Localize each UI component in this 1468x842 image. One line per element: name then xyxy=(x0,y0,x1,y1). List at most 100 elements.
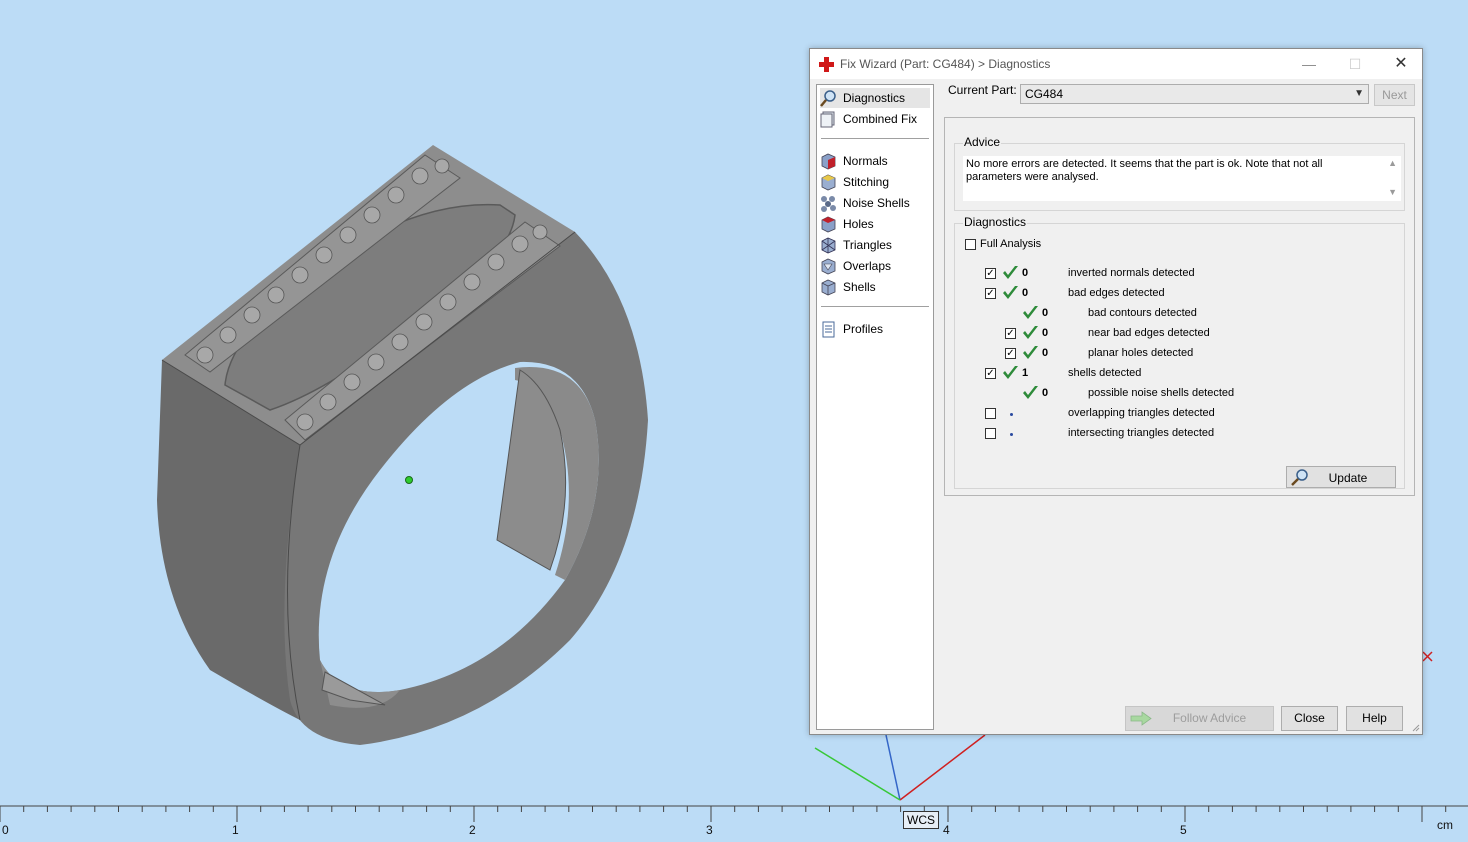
resize-grip-icon[interactable] xyxy=(1410,722,1420,732)
sidebar-item-label: Shells xyxy=(843,280,876,294)
ruler-unit: cm xyxy=(1437,818,1453,832)
full-analysis-checkbox[interactable] xyxy=(965,239,976,250)
magnifier-icon xyxy=(820,89,836,107)
diagnostic-label: overlapping triangles detected xyxy=(1068,407,1215,419)
diagnostic-checkbox[interactable]: ✓ xyxy=(1005,328,1016,339)
close-button[interactable]: Close xyxy=(1281,706,1338,731)
red-x-marker xyxy=(1422,651,1433,662)
green-check-icon xyxy=(1023,326,1038,339)
diagnostic-count: 0 xyxy=(1042,327,1049,339)
green-check-icon xyxy=(1003,286,1018,299)
sidebar-item-stitching[interactable]: Stitching xyxy=(820,172,930,192)
diagnostic-checkbox[interactable] xyxy=(985,408,996,419)
diagnostic-count: 0 xyxy=(1042,307,1049,319)
diagnostics-panel: Advice No more errors are detected. It s… xyxy=(944,117,1415,496)
chevron-down-icon[interactable]: ▼ xyxy=(1354,85,1364,103)
ruler-label-1: 1 xyxy=(232,823,239,837)
diagnostics-group: Diagnostics Full Analysis ✓ 0 inverted nor… xyxy=(954,215,1405,489)
help-button[interactable]: Help xyxy=(1346,706,1403,731)
title-bar[interactable]: Fix Wizard (Part: CG484) > Diagnostics —… xyxy=(810,49,1422,79)
green-check-icon xyxy=(1023,386,1038,399)
ruler-label-5: 5 xyxy=(1180,823,1187,837)
dialog-title: Fix Wizard (Part: CG484) > Diagnostics xyxy=(840,57,1051,71)
scroll-up-icon[interactable]: ▲ xyxy=(1388,158,1397,168)
sidebar-item-label: Holes xyxy=(843,217,874,231)
overlaps-icon xyxy=(821,258,836,274)
scroll-down-icon[interactable]: ▼ xyxy=(1388,187,1397,197)
sidebar-divider xyxy=(821,138,929,139)
fix-wizard-dialog: Fix Wizard (Part: CG484) > Diagnostics —… xyxy=(809,48,1423,735)
sidebar-item-diagnostics[interactable]: Diagnostics xyxy=(820,88,930,108)
diagnostic-count: 0 xyxy=(1022,287,1029,299)
follow-advice-label: Follow Advice xyxy=(1172,711,1247,725)
ruler-label-2: 2 xyxy=(469,823,476,837)
diagnostic-count: 0 xyxy=(1042,387,1049,399)
diagnostic-label: bad contours detected xyxy=(1088,307,1197,319)
sidebar-item-label: Stitching xyxy=(843,175,890,189)
not-analysed-dot-icon xyxy=(1010,433,1013,436)
close-window-button[interactable]: ✕ xyxy=(1378,49,1424,79)
advice-group: Advice No more errors are detected. It s… xyxy=(954,135,1405,211)
minimize-button[interactable]: — xyxy=(1286,49,1332,79)
diagnostic-count: 0 xyxy=(1022,267,1029,279)
wcs-label: WCS xyxy=(903,811,939,829)
profiles-icon xyxy=(822,321,835,337)
diagnostic-label: bad edges detected xyxy=(1068,287,1165,299)
diagnostics-group-label: Diagnostics xyxy=(963,215,1028,229)
holes-icon xyxy=(821,216,836,232)
sidebar-item-normals[interactable]: Normals xyxy=(820,151,930,171)
combined-fix-icon xyxy=(820,111,835,127)
sidebar-item-label: Noise Shells xyxy=(843,196,910,210)
sidebar-item-label: Combined Fix xyxy=(843,112,918,126)
diagnostic-label: inverted normals detected xyxy=(1068,267,1195,279)
sidebar-item-noise-shells[interactable]: Noise Shells xyxy=(820,193,930,213)
diagnostic-label: planar holes detected xyxy=(1088,347,1194,359)
sidebar-item-label: Triangles xyxy=(843,238,892,252)
sidebar-divider xyxy=(821,306,929,307)
update-button[interactable]: Update xyxy=(1286,466,1396,488)
sidebar-item-label: Diagnostics xyxy=(843,91,906,105)
not-analysed-dot-icon xyxy=(1010,413,1013,416)
diagnostic-label: intersecting triangles detected xyxy=(1068,427,1215,439)
arrow-right-icon xyxy=(1130,711,1152,726)
advice-group-label: Advice xyxy=(963,135,1002,149)
red-cross-icon xyxy=(819,57,834,72)
current-part-label: Current Part: xyxy=(948,83,1017,97)
maximize-button[interactable]: ☐ xyxy=(1332,49,1378,79)
sidebar-item-combined-fix[interactable]: Combined Fix xyxy=(820,109,930,129)
follow-advice-button[interactable]: Follow Advice xyxy=(1125,706,1274,731)
sidebar-item-profiles[interactable]: Profiles xyxy=(820,319,930,339)
sidebar-item-holes[interactable]: Holes xyxy=(820,214,930,234)
diagnostic-checkbox[interactable]: ✓ xyxy=(985,288,996,299)
green-check-icon xyxy=(1003,266,1018,279)
ruler-label-4: 4 xyxy=(943,823,950,837)
diagnostic-checkbox[interactable]: ✓ xyxy=(985,368,996,379)
green-check-icon xyxy=(1023,306,1038,319)
axis-z xyxy=(885,734,901,801)
diagnostic-checkbox[interactable]: ✓ xyxy=(1005,348,1016,359)
axis-x xyxy=(899,734,986,801)
diagnostic-count: 0 xyxy=(1042,347,1049,359)
green-check-icon xyxy=(1003,366,1018,379)
triangles-icon xyxy=(821,237,836,253)
diagnostic-label: shells detected xyxy=(1068,367,1142,379)
current-part-value: CG484 xyxy=(1025,87,1064,101)
sidebar-item-label: Profiles xyxy=(843,322,884,336)
sidebar-item-overlaps[interactable]: Overlaps xyxy=(820,256,930,276)
next-button[interactable]: Next xyxy=(1374,84,1415,106)
diagnostic-count: 1 xyxy=(1022,367,1029,379)
pivot-point xyxy=(405,476,413,484)
ruler-label-3: 3 xyxy=(706,823,713,837)
sidebar-item-triangles[interactable]: Triangles xyxy=(820,235,930,255)
green-check-icon xyxy=(1023,346,1038,359)
advice-text: No more errors are detected. It seems th… xyxy=(966,158,1323,183)
advice-text-box: No more errors are detected. It seems th… xyxy=(963,156,1401,201)
diagnostic-checkbox[interactable]: ✓ xyxy=(985,268,996,279)
diagnostic-checkbox[interactable] xyxy=(985,428,996,439)
current-part-select[interactable]: CG484 ▼ xyxy=(1020,84,1369,104)
sidebar-item-shells[interactable]: Shells xyxy=(820,277,930,297)
wizard-sidebar: Diagnostics Combined Fix Normals Stitchi… xyxy=(816,84,934,730)
diagnostic-label: near bad edges detected xyxy=(1088,327,1210,339)
sidebar-item-label: Normals xyxy=(843,154,888,168)
update-label: Update xyxy=(1328,471,1368,485)
